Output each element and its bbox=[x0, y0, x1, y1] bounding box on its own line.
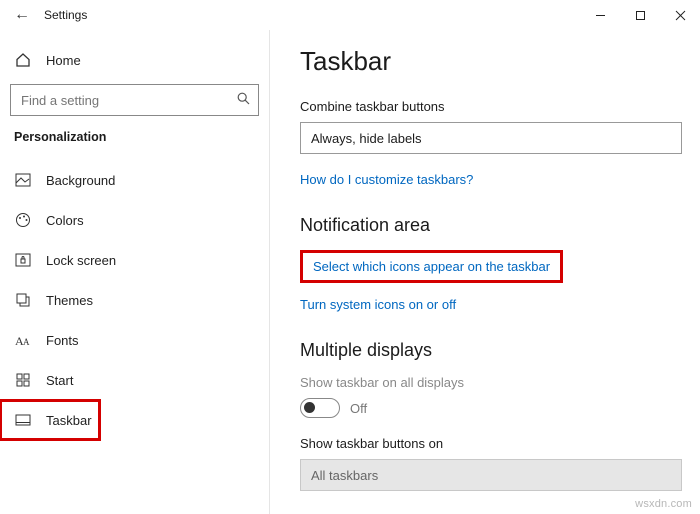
sidebar-category: Personalization bbox=[0, 130, 269, 150]
show-buttons-label: Show taskbar buttons on bbox=[300, 436, 688, 451]
combine-dropdown[interactable]: Always, hide labels bbox=[300, 122, 682, 154]
sidebar-item-label: Taskbar bbox=[46, 413, 92, 428]
show-buttons-value: All taskbars bbox=[311, 468, 378, 483]
lock-icon bbox=[14, 251, 32, 269]
start-icon bbox=[14, 371, 32, 389]
search-box[interactable] bbox=[10, 84, 259, 116]
notification-header: Notification area bbox=[300, 215, 688, 236]
sidebar-item-label: Background bbox=[46, 173, 115, 188]
back-icon[interactable]: ← bbox=[8, 6, 36, 24]
themes-icon bbox=[14, 291, 32, 309]
svg-text:A: A bbox=[23, 337, 30, 347]
page-title: Taskbar bbox=[300, 46, 688, 77]
minimize-button[interactable] bbox=[580, 0, 620, 30]
combine-label: Combine taskbar buttons bbox=[300, 99, 688, 114]
picture-icon bbox=[14, 171, 32, 189]
fonts-icon: AA bbox=[14, 331, 32, 349]
main-content: Taskbar Combine taskbar buttons Always, … bbox=[270, 30, 700, 514]
show-all-toggle[interactable] bbox=[300, 398, 340, 418]
show-buttons-dropdown[interactable]: All taskbars bbox=[300, 459, 682, 491]
sidebar-home-label: Home bbox=[46, 53, 81, 68]
close-button[interactable] bbox=[660, 0, 700, 30]
sidebar-item-label: Colors bbox=[46, 213, 84, 228]
maximize-button[interactable] bbox=[620, 0, 660, 30]
sidebar-item-label: Fonts bbox=[46, 333, 79, 348]
sidebar-item-fonts[interactable]: AA Fonts bbox=[0, 320, 269, 360]
customize-link[interactable]: How do I customize taskbars? bbox=[300, 172, 473, 187]
palette-icon bbox=[14, 211, 32, 229]
sidebar-item-lockscreen[interactable]: Lock screen bbox=[0, 240, 269, 280]
app-title: Settings bbox=[44, 8, 87, 22]
search-input[interactable] bbox=[19, 92, 237, 109]
show-all-label: Show taskbar on all displays bbox=[300, 375, 688, 390]
sidebar-home[interactable]: Home bbox=[0, 40, 269, 80]
taskbar-icon bbox=[14, 411, 32, 429]
sidebar-item-taskbar[interactable]: Taskbar bbox=[0, 400, 100, 440]
system-icons-link[interactable]: Turn system icons on or off bbox=[300, 297, 456, 312]
sidebar-item-themes[interactable]: Themes bbox=[0, 280, 269, 320]
sidebar: Home Personalization Background Colo bbox=[0, 30, 270, 514]
toggle-state: Off bbox=[350, 401, 367, 416]
search-icon bbox=[237, 92, 250, 108]
select-icons-link[interactable]: Select which icons appear on the taskbar bbox=[313, 259, 550, 274]
sidebar-item-label: Themes bbox=[46, 293, 93, 308]
home-icon bbox=[14, 51, 32, 69]
sidebar-item-colors[interactable]: Colors bbox=[0, 200, 269, 240]
select-icons-link-highlight: Select which icons appear on the taskbar bbox=[300, 250, 563, 283]
combine-value: Always, hide labels bbox=[311, 131, 422, 146]
sidebar-item-label: Start bbox=[46, 373, 73, 388]
sidebar-item-background[interactable]: Background bbox=[0, 160, 269, 200]
titlebar: ← Settings bbox=[0, 0, 700, 30]
sidebar-item-start[interactable]: Start bbox=[0, 360, 269, 400]
watermark: wsxdn.com bbox=[635, 498, 692, 510]
sidebar-item-label: Lock screen bbox=[46, 253, 116, 268]
multiple-displays-header: Multiple displays bbox=[300, 340, 688, 361]
